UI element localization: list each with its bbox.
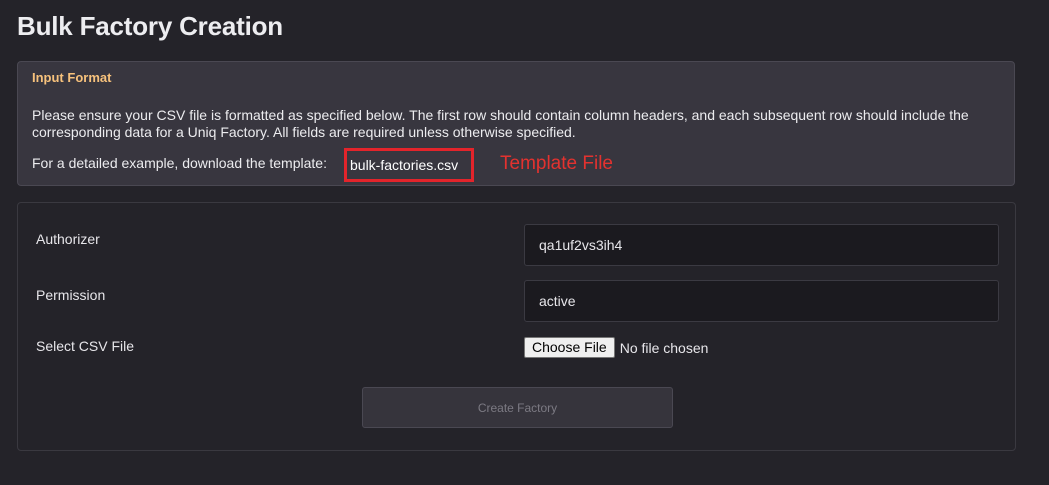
create-factory-button[interactable]: Create Factory: [362, 387, 673, 428]
page: Bulk Factory Creation Input Format Pleas…: [0, 0, 1049, 485]
permission-label: Permission: [36, 287, 106, 303]
file-status-text: No file chosen: [619, 339, 709, 356]
input-format-heading: Input Format: [32, 70, 112, 85]
template-download-link[interactable]: bulk-factories.csv: [344, 148, 474, 182]
page-title: Bulk Factory Creation: [17, 11, 283, 41]
csv-file-picker: Choose File No file chosen: [524, 337, 708, 358]
template-file-annotation: Template File: [500, 153, 613, 174]
authorizer-input[interactable]: [524, 224, 999, 266]
template-prefix-text: For a detailed example, download the tem…: [32, 155, 327, 171]
choose-file-button[interactable]: Choose File: [524, 337, 615, 358]
bulk-factory-form: Authorizer Permission Select CSV File Ch…: [17, 202, 1016, 451]
csv-file-label: Select CSV File: [36, 338, 135, 354]
input-format-description: Please ensure your CSV file is formatted…: [32, 107, 969, 140]
permission-input[interactable]: [524, 280, 999, 322]
authorizer-label: Authorizer: [36, 231, 100, 247]
input-format-panel: Input Format Please ensure your CSV file…: [17, 61, 1015, 186]
